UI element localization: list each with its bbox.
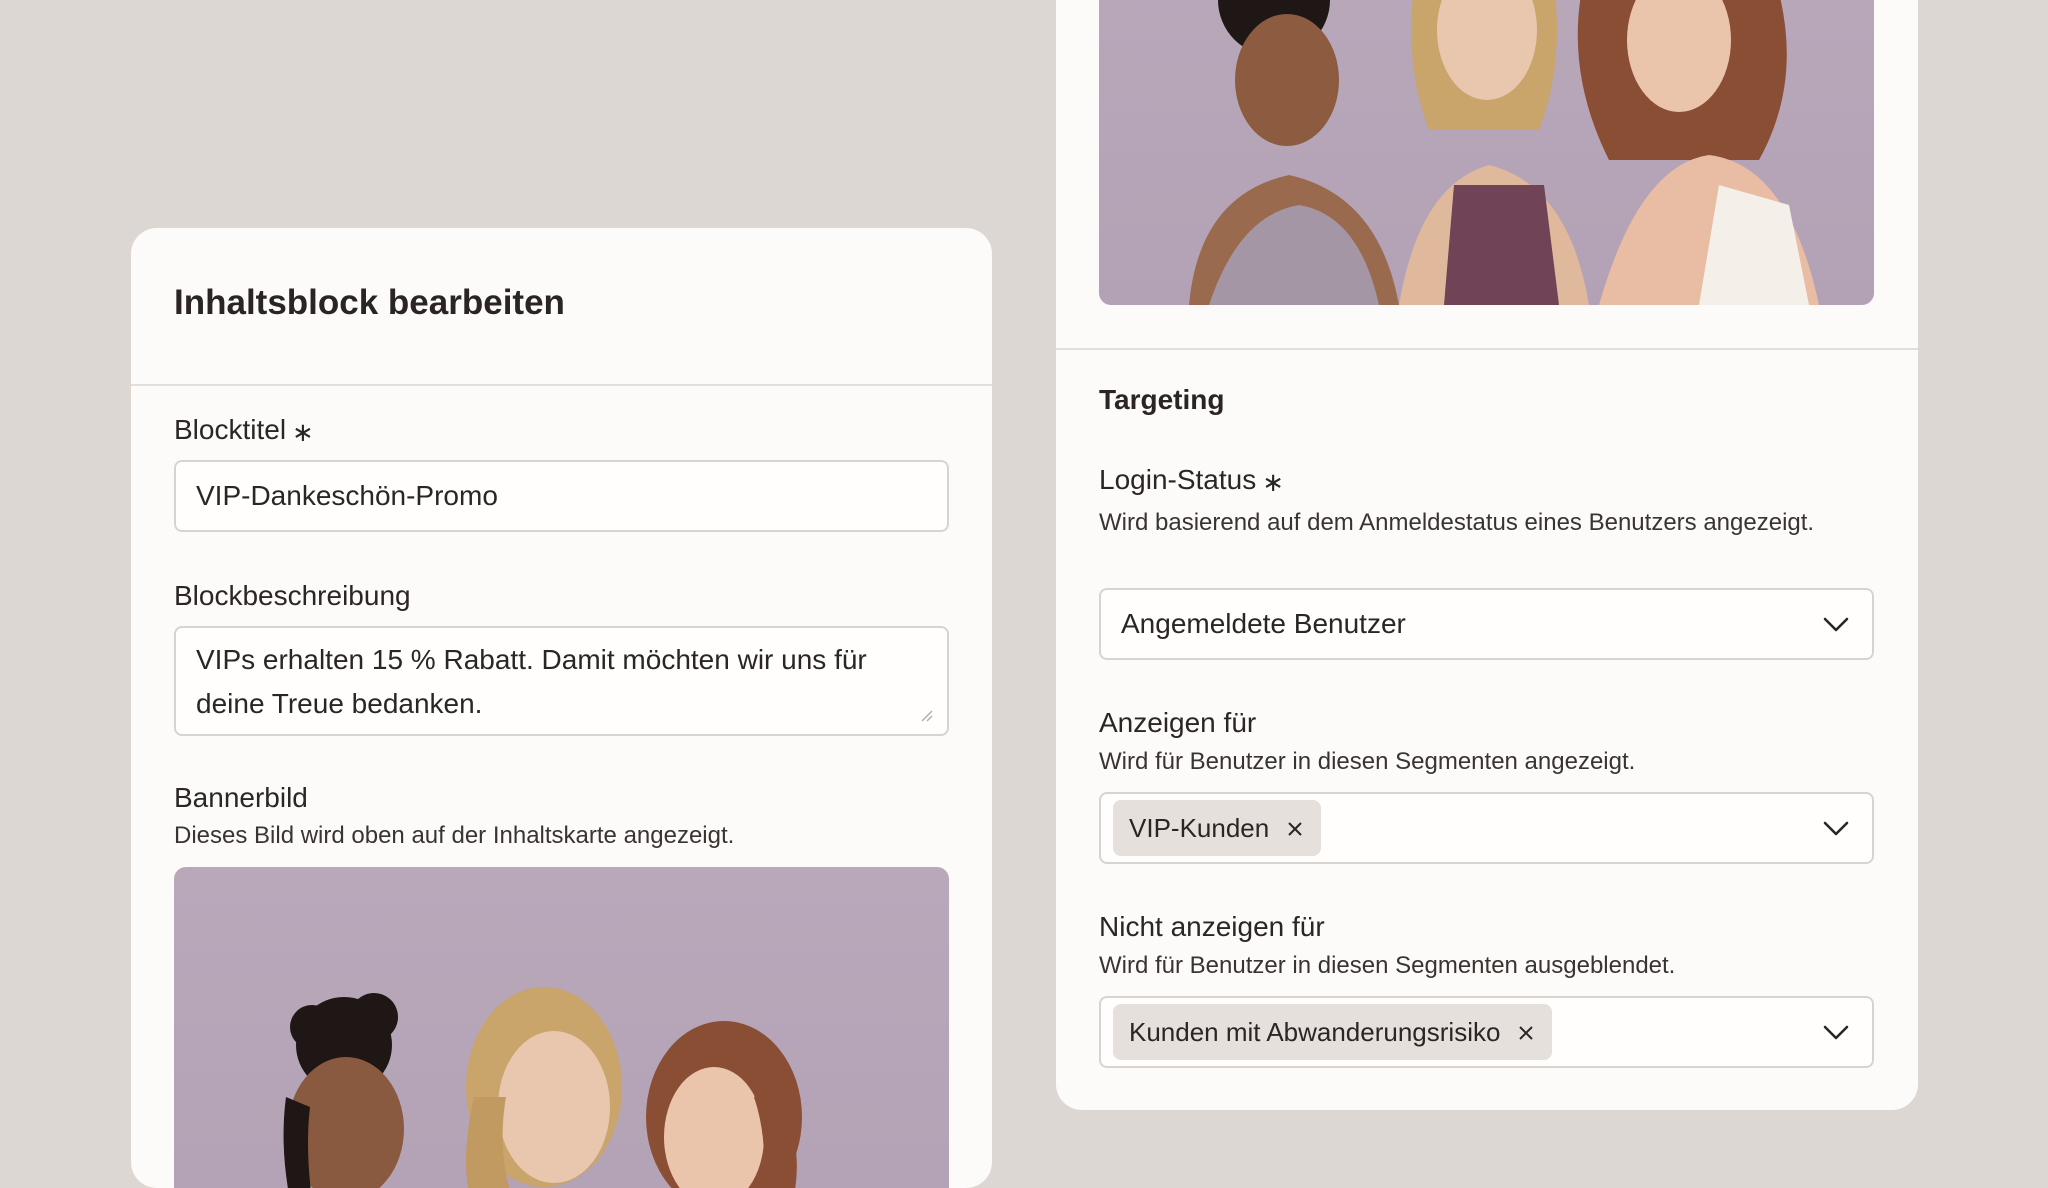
- show-for-multiselect[interactable]: VIP-Kunden: [1099, 792, 1874, 864]
- chevron-down-icon: [1823, 617, 1849, 632]
- block-title-label-text: Blocktitel: [174, 414, 287, 445]
- segment-tag-label: Kunden mit Abwanderungsrisiko: [1129, 1016, 1501, 1047]
- segment-tag-label: VIP-Kunden: [1129, 812, 1270, 843]
- close-icon[interactable]: [1518, 1025, 1534, 1041]
- person-right: [646, 1021, 802, 1188]
- person-left: [1189, 0, 1399, 305]
- block-title-input[interactable]: VIP-Dankeschön-Promo: [174, 460, 949, 532]
- chevron-down-icon[interactable]: [1822, 1023, 1850, 1041]
- targeting-panel: Targeting Login-Status ∗ Wird basierend a…: [1056, 0, 1918, 1110]
- login-status-value: Angemeldete Benutzer: [1121, 608, 1406, 639]
- targeting-heading: Targeting: [1099, 384, 1225, 415]
- block-description-value: VIPs erhalten 15 % Rabatt. Damit möchten…: [196, 644, 867, 719]
- banner-image-card-preview: [1099, 0, 1874, 305]
- hide-for-help: Wird für Benutzer in diesen Segmenten au…: [1099, 952, 1676, 979]
- banner-image-label: Bannerbild: [174, 782, 308, 813]
- login-status-select[interactable]: Angemeldete Benutzer: [1099, 588, 1874, 660]
- person-left: [283, 993, 404, 1188]
- required-icon: ∗: [292, 417, 314, 447]
- banner-image-help: Dieses Bild wird oben auf der Inhaltskar…: [174, 822, 735, 849]
- banner-photo: [283, 987, 802, 1188]
- login-status-label-text: Login-Status: [1099, 464, 1257, 495]
- block-title-value: VIP-Dankeschön-Promo: [196, 480, 498, 511]
- person-middle: [1399, 0, 1589, 305]
- person-right: [1577, 0, 1819, 305]
- segment-tag-churn-risk: Kunden mit Abwanderungsrisiko: [1113, 1004, 1553, 1060]
- block-title-label: Blocktitel ∗: [174, 414, 314, 447]
- required-icon: ∗: [1262, 467, 1285, 497]
- edit-content-block-panel: Inhaltsblock bearbeiten Blocktitel ∗ VIP-…: [131, 228, 992, 1188]
- close-icon[interactable]: [1287, 821, 1303, 837]
- block-description-textarea[interactable]: VIPs erhalten 15 % Rabatt. Damit möchten…: [174, 626, 949, 736]
- section-divider: [1056, 348, 1918, 350]
- login-status-help: Wird basierend auf dem Anmeldestatus ein…: [1099, 509, 1815, 536]
- header-divider: [131, 384, 992, 386]
- show-for-label: Anzeigen für: [1099, 707, 1257, 738]
- panel-title: Inhaltsblock bearbeiten: [174, 283, 565, 322]
- hide-for-multiselect[interactable]: Kunden mit Abwanderungsrisiko: [1099, 996, 1874, 1068]
- block-description-label: Blockbeschreibung: [174, 580, 411, 611]
- banner-image-preview[interactable]: [174, 867, 949, 1188]
- chevron-down-icon[interactable]: [1822, 819, 1850, 837]
- login-status-label: Login-Status ∗: [1099, 464, 1285, 497]
- segment-tag-vip: VIP-Kunden: [1113, 800, 1322, 856]
- resize-handle-icon[interactable]: [919, 708, 933, 722]
- person-middle: [466, 987, 622, 1188]
- banner-photo-cropped: [1189, 0, 1819, 305]
- hide-for-label: Nicht anzeigen für: [1099, 911, 1325, 942]
- show-for-help: Wird für Benutzer in diesen Segmenten an…: [1099, 748, 1636, 775]
